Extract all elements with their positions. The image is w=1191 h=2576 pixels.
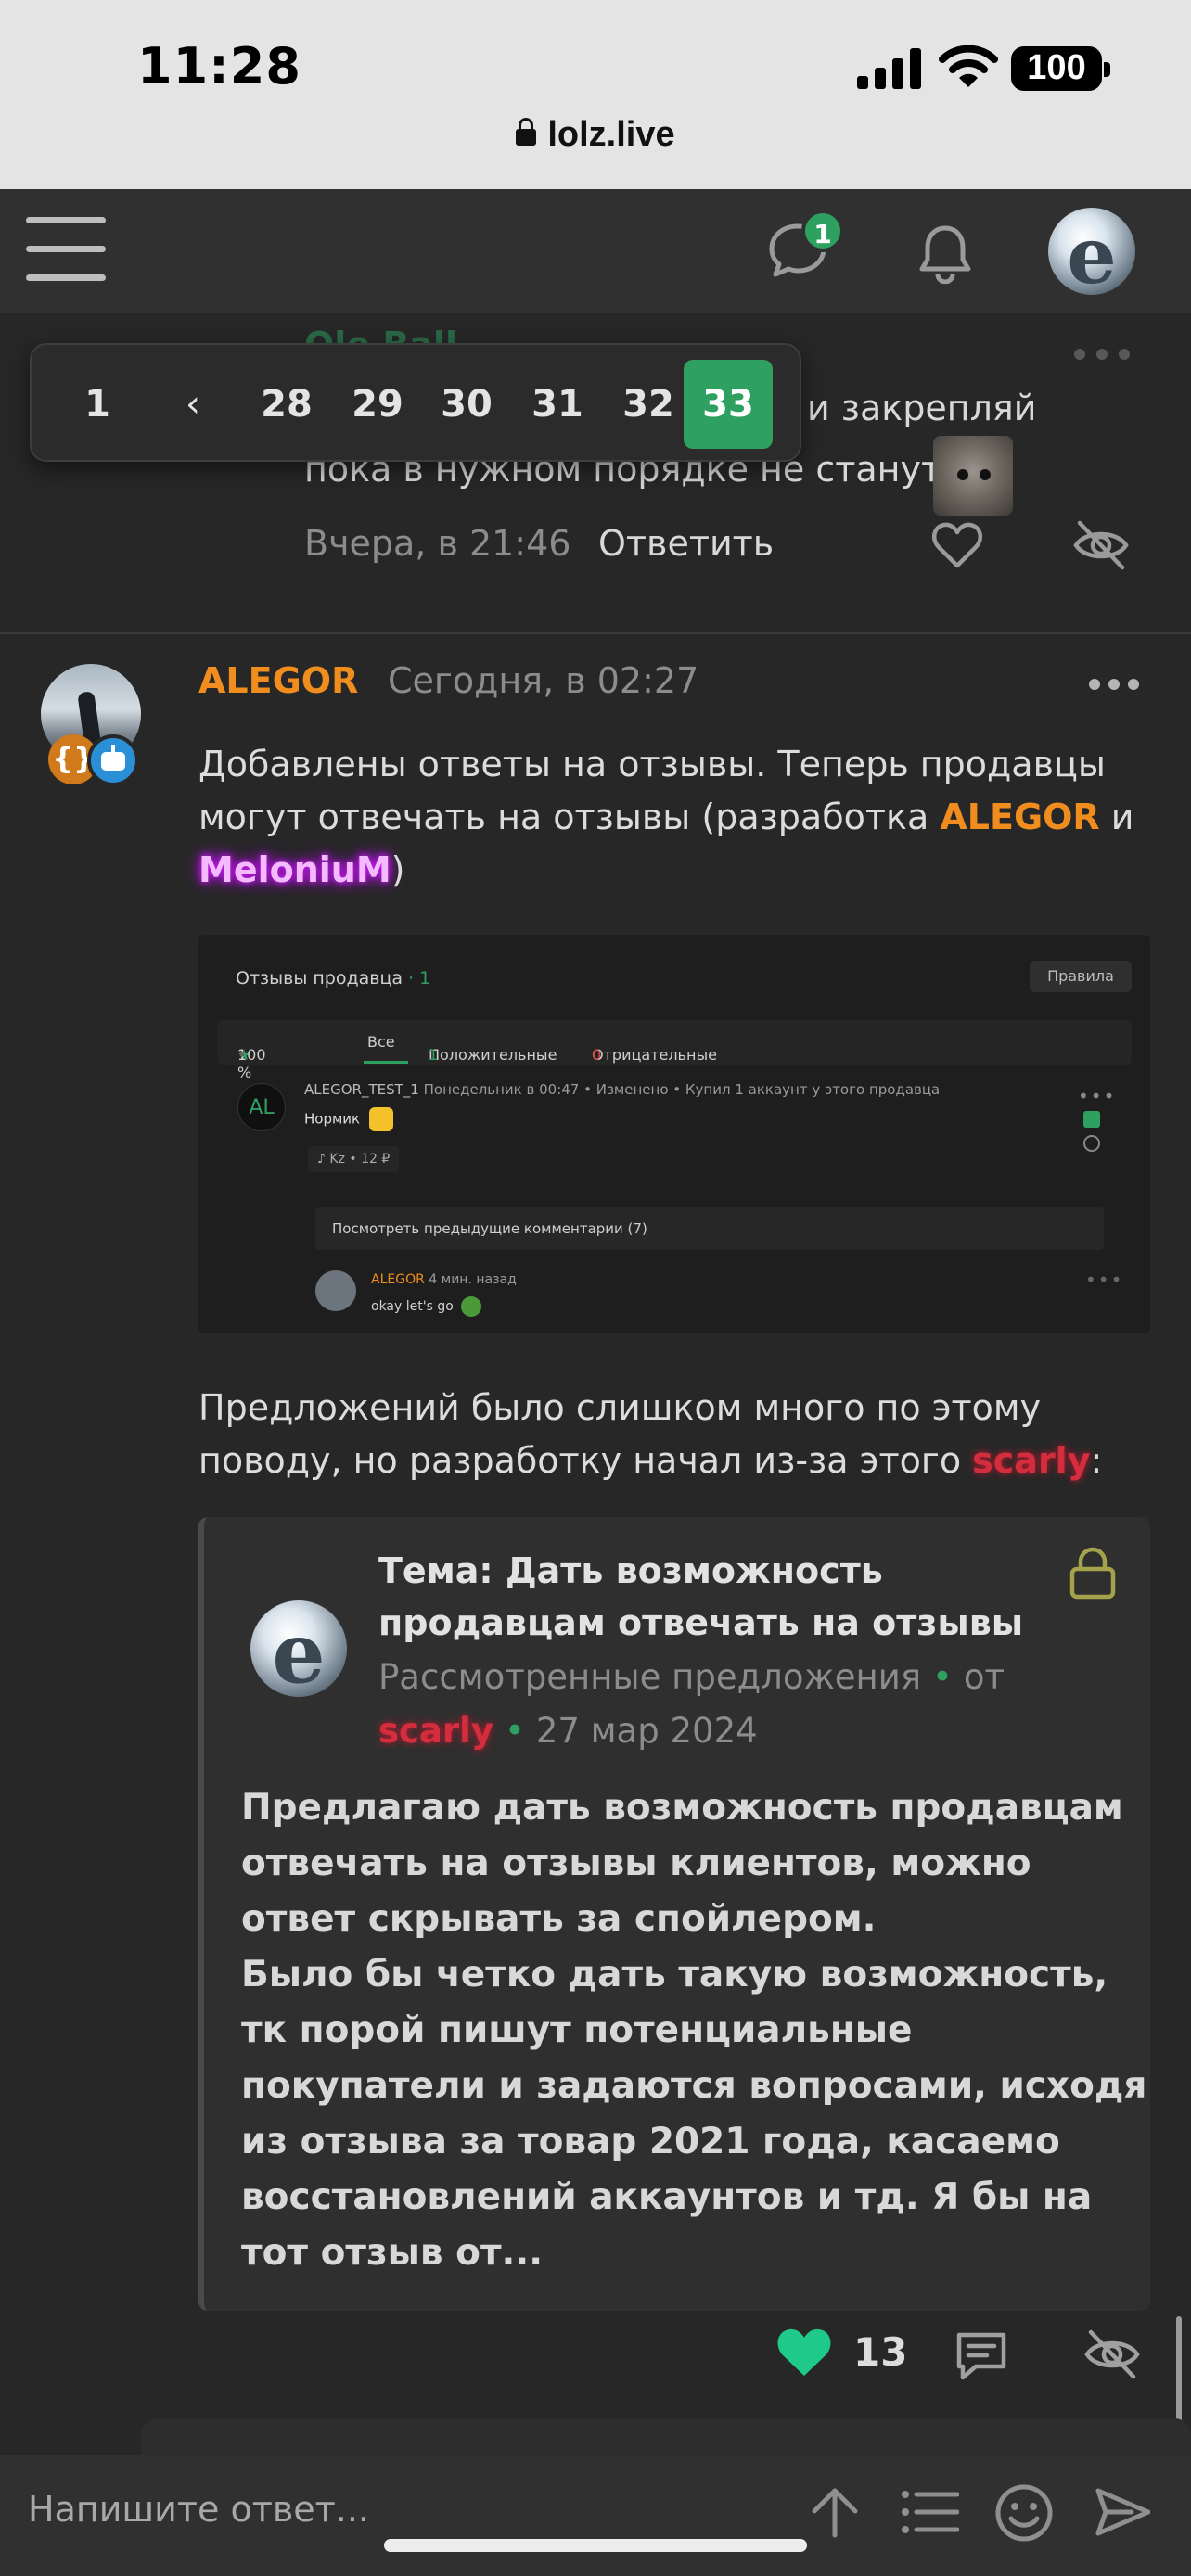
post-time[interactable]: Сегодня, в 02:27 bbox=[388, 660, 698, 701]
eye-off-icon[interactable] bbox=[1072, 517, 1130, 573]
bell-icon[interactable] bbox=[915, 223, 976, 284]
hamburger-icon[interactable] bbox=[26, 217, 106, 282]
chat-badge: 1 bbox=[801, 210, 844, 252]
screenshot-avatar: AL bbox=[237, 1083, 286, 1131]
previous-post-text: и закрепляй bbox=[807, 388, 1037, 428]
battery-icon: 100 bbox=[1011, 46, 1110, 91]
screenshot-meta: ALEGOR_TEST_1 Понедельник в 00:47 • Изме… bbox=[304, 1081, 941, 1098]
heart-icon[interactable] bbox=[931, 519, 983, 571]
mention-melonium[interactable]: MeloniuM bbox=[198, 849, 391, 890]
post-author[interactable]: ALEGOR bbox=[198, 660, 358, 701]
screenshot-reply-meta: ALEGOR 4 мин. назад bbox=[371, 1272, 517, 1287]
lock-icon bbox=[516, 118, 537, 146]
quote-meta: Рассмотренные предложения • от scarly • 27 ма… bbox=[378, 1657, 1005, 1751]
screenshot-reply-avatar bbox=[315, 1270, 356, 1311]
comment-icon bbox=[1083, 1135, 1100, 1152]
lock-icon bbox=[1069, 1547, 1116, 1600]
page-32[interactable]: 32 bbox=[612, 360, 685, 449]
screenshot-body: Нормик bbox=[304, 1107, 394, 1131]
home-indicator bbox=[384, 2539, 807, 2552]
wifi-icon bbox=[939, 45, 998, 87]
eye-off-icon[interactable] bbox=[1083, 2327, 1141, 2381]
reply-link[interactable]: Ответить bbox=[598, 523, 774, 564]
page-28[interactable]: 28 bbox=[250, 360, 323, 449]
smile-icon[interactable] bbox=[994, 2483, 1054, 2543]
browser-status-bar: 11:28 100 lolz.live bbox=[0, 0, 1191, 189]
status-time: 11:28 bbox=[137, 37, 301, 96]
heart-icon[interactable] bbox=[775, 2326, 833, 2378]
mention-alegor[interactable]: ALEGOR bbox=[940, 797, 1099, 837]
address-bar[interactable]: lolz.live bbox=[0, 115, 1191, 155]
mention-scarly[interactable]: scarly bbox=[972, 1440, 1090, 1481]
send-icon[interactable] bbox=[1095, 2485, 1150, 2539]
pagination: 1 ‹ 28 29 30 31 32 33 bbox=[30, 343, 801, 462]
hamster-emoji bbox=[933, 436, 1013, 516]
screenshot-title: Отзывы продавца · 1 bbox=[236, 968, 431, 988]
quote-category[interactable]: Рассмотренные предложения bbox=[378, 1657, 921, 1697]
like-count: 13 bbox=[853, 2329, 908, 2375]
quote-date: 27 мар 2024 bbox=[535, 1711, 758, 1751]
screenshot-tag: ♪ Kz • 12 ₽ bbox=[308, 1146, 400, 1172]
app-header: 1 e bbox=[0, 189, 1191, 313]
previous-post-time[interactable]: Вчера, в 21:46 bbox=[304, 523, 570, 564]
signal-icon bbox=[857, 48, 921, 89]
list-icon[interactable] bbox=[900, 2487, 959, 2537]
more-icon[interactable] bbox=[1087, 675, 1141, 694]
arrow-up-icon[interactable] bbox=[809, 2483, 861, 2539]
url-text: lolz.live bbox=[547, 115, 675, 154]
page-29[interactable]: 29 bbox=[341, 360, 414, 449]
quote-author-avatar[interactable]: e bbox=[250, 1600, 347, 1697]
more-icon[interactable] bbox=[1072, 345, 1132, 363]
page-current[interactable]: 33 bbox=[684, 360, 773, 449]
reply-bar: Напишите ответ... bbox=[0, 2455, 1191, 2576]
page-prev-button[interactable]: ‹ bbox=[165, 360, 221, 449]
post-text: Предложений было слишком много по этому … bbox=[198, 1387, 1103, 1481]
thumbs-up-icon bbox=[1083, 1111, 1100, 1128]
reply-input[interactable]: Напишите ответ... bbox=[28, 2489, 369, 2530]
comment-icon[interactable] bbox=[954, 2327, 1009, 2381]
screenshot-tabs: ★ 100 % • Все Положительные 1 Отрицатель… bbox=[217, 1020, 1132, 1081]
quote-body: Предлагаю дать возможность продавцам отв… bbox=[241, 1787, 1147, 2274]
attached-screenshot[interactable]: Отзывы продавца · 1 Правила ★ 100 % • Вс… bbox=[198, 935, 1150, 1333]
page-30[interactable]: 30 bbox=[430, 360, 503, 449]
user-avatar[interactable]: e bbox=[1048, 208, 1135, 295]
page-31[interactable]: 31 bbox=[521, 360, 594, 449]
next-post-edge bbox=[141, 2418, 1191, 2455]
quoted-thread[interactable]: e Тема: Дать возможность продавцам отвеч… bbox=[198, 1517, 1150, 2311]
quote-author[interactable]: scarly bbox=[378, 1711, 493, 1751]
quote-title[interactable]: Тема: Дать возможность продавцам отвечат… bbox=[378, 1545, 1046, 1649]
bot-badge-icon bbox=[87, 734, 139, 786]
post-text: Добавлены ответы на отзывы. Теперь прода… bbox=[198, 744, 1134, 890]
page-first[interactable]: 1 bbox=[74, 360, 121, 449]
screenshot-reply-body: okay let's go bbox=[371, 1296, 481, 1317]
screenshot-show-previous: Посмотреть предыдущие комментарии (7) bbox=[315, 1207, 1104, 1250]
screenshot-rules-button: Правила bbox=[1030, 961, 1132, 992]
